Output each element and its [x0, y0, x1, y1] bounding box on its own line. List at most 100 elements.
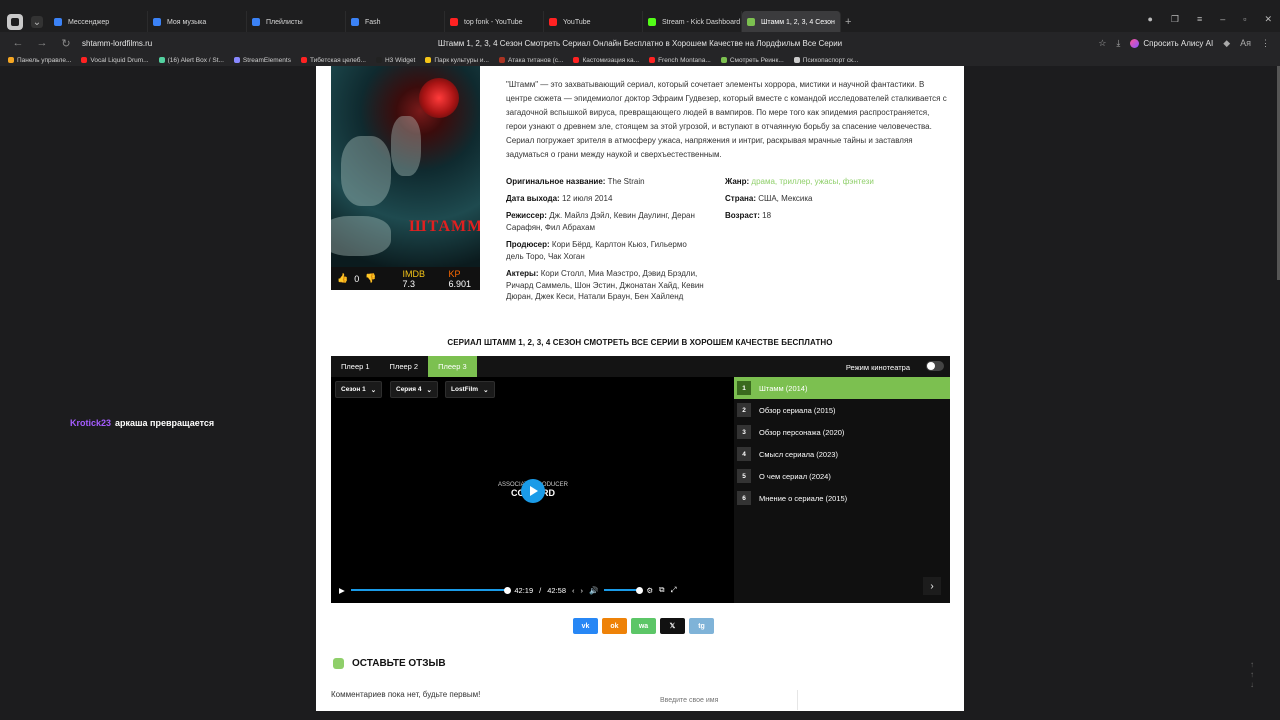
menu-icon[interactable]: ≡ [1197, 14, 1202, 25]
progress-handle[interactable] [504, 586, 512, 594]
bookmark-item[interactable]: Тибетская целеб... [300, 57, 366, 64]
player-tab-2[interactable]: Плеер 2 [380, 356, 429, 377]
like-icon[interactable]: 👍 [337, 273, 348, 284]
restore-icon[interactable]: ▫ [1243, 14, 1246, 25]
tab-favicon-icon [153, 18, 161, 26]
next-page-button[interactable]: › [923, 577, 941, 595]
episode-item[interactable]: 5 О чем сериал (2024) [734, 465, 950, 487]
bookmark-item[interactable]: (16) Alert Box / St... [158, 57, 224, 64]
player-tab-3[interactable]: Плеер 3 [428, 356, 477, 377]
bookmark-item[interactable]: H3 Widget [375, 57, 415, 64]
episode-select[interactable]: Серия 4 ⌄ [390, 381, 438, 398]
episode-item[interactable]: 3 Обзор персонажа (2020) [734, 421, 950, 443]
bookmark-item[interactable]: Атака титанов (с... [498, 57, 563, 64]
bookmark-icon[interactable]: ☆ [1098, 38, 1106, 49]
alice-button[interactable]: Спросить Алису AI [1130, 38, 1213, 48]
share-button-tg[interactable]: tg [689, 618, 714, 634]
more-icon[interactable]: ⋮ [1261, 38, 1270, 49]
collections-icon[interactable]: ❐ [1171, 14, 1179, 25]
video-area[interactable]: Сезон 1 ⌄ Серия 4 ⌄ LostFilm ⌄ ASSOCIATE PR… [331, 377, 734, 603]
bookmark-favicon-icon [649, 57, 656, 63]
dislike-icon[interactable]: 👎 [365, 273, 376, 284]
tabs-dropdown-icon[interactable]: ⌄ [31, 16, 43, 28]
bookmark-label: Смотреть Реинк... [729, 56, 784, 64]
genre-links[interactable]: драма, триллер, ужасы, фэнтези [751, 177, 873, 186]
chevron-down-icon: ⌄ [483, 386, 489, 394]
bookmark-label: Vocal Liquid Drum... [90, 56, 149, 64]
play-overlay-button[interactable] [521, 479, 545, 503]
prev-episode-icon[interactable]: ‹ [572, 586, 575, 595]
bookmark-item[interactable]: Кастомизация ка... [573, 57, 639, 64]
share-button-𝕏[interactable]: 𝕏 [660, 618, 685, 634]
share-button-vk[interactable]: vk [573, 618, 598, 634]
imdb-rating: IMDB 7.3 [402, 268, 425, 289]
browser-tab[interactable]: Fash [346, 11, 445, 33]
tab-label: Штамм 1, 2, 3, 4 Сезон [761, 18, 835, 26]
name-input[interactable] [654, 690, 798, 710]
close-icon[interactable]: ✕ [1264, 14, 1272, 25]
share-button-wa[interactable]: wa [631, 618, 656, 634]
download-icon[interactable]: ⤓ [1116, 38, 1120, 49]
episode-item[interactable]: 1 Штамм (2014) [734, 377, 950, 399]
volume-handle[interactable] [636, 586, 644, 594]
bookmark-favicon-icon [498, 57, 505, 63]
settings-icon[interactable]: ⚙ [646, 586, 653, 595]
cinema-mode-toggle[interactable] [926, 361, 944, 371]
bookmark-favicon-icon [793, 57, 800, 63]
bookmark-label: Парк культуры и... [434, 56, 489, 64]
volume-slider[interactable] [604, 586, 644, 594]
share-button-ok[interactable]: ok [602, 618, 627, 634]
fullscreen-icon[interactable]: ⤢ [670, 585, 676, 595]
minimize-icon[interactable]: – [1220, 14, 1225, 25]
next-episode-icon[interactable]: › [581, 586, 584, 595]
extension-icon[interactable]: ◆ [1223, 38, 1230, 49]
info-age: Возраст: 18 [725, 211, 772, 220]
episode-number: 5 [737, 469, 751, 483]
bookmarks-bar: Панель управле... Vocal Liquid Drum... (16… [0, 54, 1280, 66]
bookmark-favicon-icon [425, 57, 432, 63]
episode-item[interactable]: 2 Обзор сериала (2015) [734, 399, 950, 421]
episode-item[interactable]: 4 Смысл сериала (2023) [734, 443, 950, 465]
pip-icon[interactable]: ⧉ [659, 585, 664, 595]
chevron-down-icon: ⌄ [370, 386, 377, 394]
bookmark-item[interactable]: Смотреть Реинк... [720, 56, 784, 64]
browser-tab[interactable]: Моя музыка [148, 11, 247, 33]
likes-count: 0 [354, 273, 360, 284]
tab-favicon-icon [450, 18, 458, 26]
browser-tab[interactable]: YouTube [544, 11, 643, 33]
page-content: ШТАММ 👍 0 👎 IMDB 7.3 KP 6.901 "Штамм" — … [316, 66, 964, 711]
bookmark-item[interactable]: Парк культуры и... [425, 57, 489, 64]
new-tab-button[interactable]: + [845, 16, 851, 28]
profile-icon[interactable]: ● [1147, 14, 1152, 25]
browser-tab[interactable]: Плейлисты [247, 11, 346, 33]
translate-icon[interactable]: Aя [1240, 38, 1251, 48]
info-genre: Жанр: драма, триллер, ужасы, фэнтези [725, 177, 874, 186]
browser-tab[interactable]: Мессенджер [49, 11, 148, 33]
tab-label: Stream - Kick Dashboard [662, 18, 741, 26]
progress-bar[interactable] [350, 586, 512, 594]
tab-label: Моя музыка [167, 18, 207, 26]
bookmark-item[interactable]: Психопаспорт ск... [793, 57, 858, 64]
play-icon[interactable]: ▶ [339, 586, 345, 595]
browser-tab[interactable]: top fonk - YouTube [445, 11, 544, 33]
tab-favicon-icon [351, 18, 359, 26]
no-comments-text: Комментариев пока нет, будьте первым! [331, 690, 481, 699]
season-select[interactable]: Сезон 1 ⌄ [335, 381, 383, 398]
tab-favicon-icon [648, 18, 656, 26]
bookmark-item[interactable]: Панель управле... [8, 57, 71, 64]
browser-tab[interactable]: Stream - Kick Dashboard [643, 11, 742, 33]
player-tab-1[interactable]: Плеер 1 [331, 356, 380, 377]
bookmark-item[interactable]: French Montana... [649, 57, 711, 64]
episode-item[interactable]: 6 Мнение о сериале (2015) [734, 487, 950, 509]
voice-select[interactable]: LostFilm ⌄ [445, 381, 495, 398]
bookmark-item[interactable]: Vocal Liquid Drum... [81, 56, 149, 64]
poster-logo: ШТАММ [409, 218, 480, 235]
browser-menu-icon[interactable] [7, 14, 23, 30]
browser-tab[interactable]: Штамм 1, 2, 3, 4 Сезон [742, 11, 841, 33]
bookmark-item[interactable]: StreamElements [233, 57, 291, 64]
episode-title: Смысл сериала (2023) [759, 449, 838, 459]
side-scroll-arrows[interactable]: ↑ ↑ ↓ [1250, 660, 1254, 690]
review-header: ОСТАВЬТЕ ОТЗЫВ [333, 658, 446, 669]
tab-favicon-icon [252, 18, 260, 26]
volume-icon[interactable]: 🔊 [589, 586, 598, 595]
